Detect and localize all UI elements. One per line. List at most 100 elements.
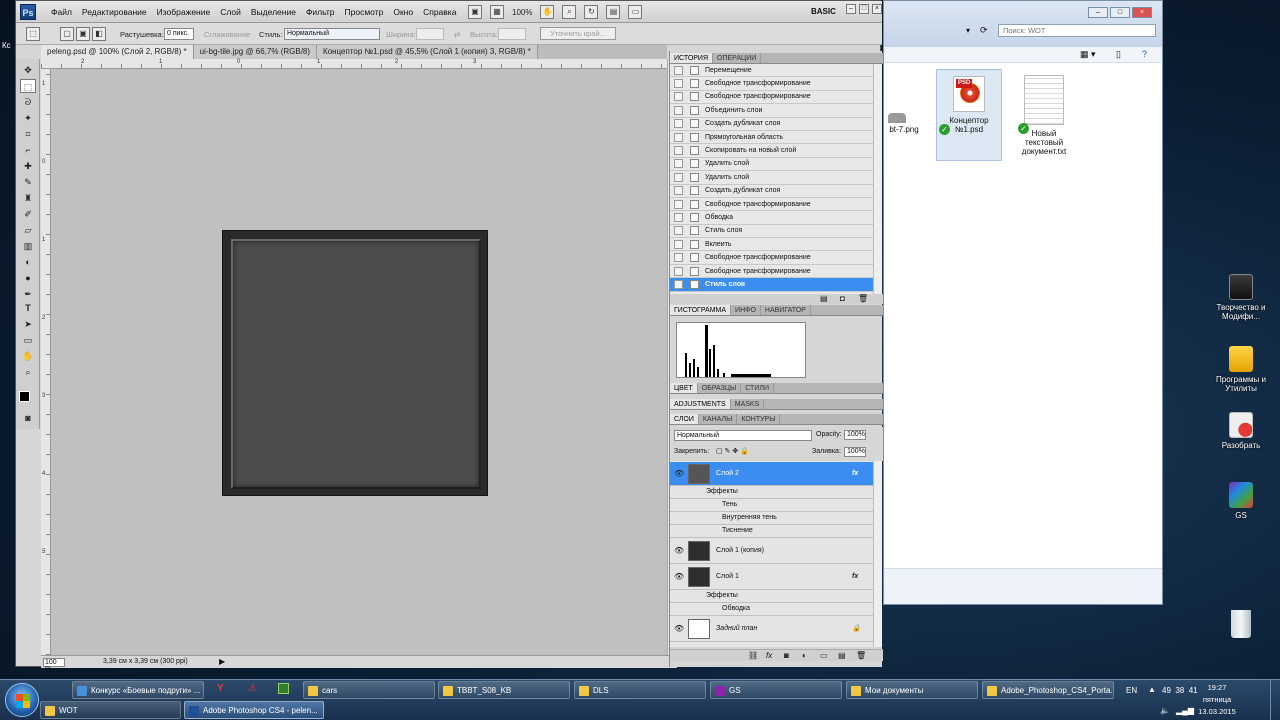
layer-row-layer1-copy[interactable]: 👁 Слой 1 (копия) bbox=[670, 538, 873, 564]
dodge-tool-icon[interactable]: ● bbox=[20, 271, 36, 285]
effect-row-emboss[interactable]: Тиснение bbox=[670, 525, 873, 538]
history-brush-source-checkbox[interactable] bbox=[674, 212, 683, 222]
magic-wand-tool-icon[interactable]: ✦ bbox=[20, 111, 36, 125]
history-brush-source-checkbox[interactable] bbox=[674, 172, 683, 182]
tab-peleng[interactable]: peleng.psd @ 100% (Слой 2, RGB/8) * bbox=[41, 45, 194, 59]
history-item[interactable]: Объединить слои bbox=[670, 104, 873, 118]
tab-ui-bg-tile[interactable]: ui-bg-tile.jpg @ 66,7% (RGB/8) bbox=[193, 45, 318, 59]
tab-history[interactable]: ИСТОРИЯ bbox=[670, 53, 714, 63]
search-input[interactable]: Поиск: WOT bbox=[998, 24, 1156, 37]
history-item[interactable]: Обводка bbox=[670, 211, 873, 225]
address-dropdown-icon[interactable]: ▾ bbox=[966, 26, 970, 35]
tab-layers[interactable]: СЛОИ bbox=[670, 414, 699, 424]
tab-navigator[interactable]: НАВИГАТОР bbox=[761, 305, 811, 315]
refine-edge-button[interactable]: Уточнить край... bbox=[540, 27, 616, 40]
taskbar-item-photoshop[interactable]: Adobe Photoshop CS4 - pelen... bbox=[184, 701, 324, 719]
healing-brush-tool-icon[interactable]: ✚ bbox=[20, 159, 36, 173]
workspace-switcher[interactable]: BASIC bbox=[811, 7, 836, 16]
subtract-selection-icon[interactable]: ◧ bbox=[92, 27, 106, 41]
tray-expand-icon[interactable]: ▲ bbox=[1148, 685, 1156, 694]
move-tool-icon[interactable]: ✥ bbox=[20, 63, 36, 77]
status-menu-arrow-icon[interactable]: ▶ bbox=[219, 657, 225, 666]
menu-help[interactable]: Справка bbox=[418, 1, 461, 23]
history-brush-source-checkbox[interactable] bbox=[674, 132, 683, 142]
history-item[interactable]: Свободное трансформирование bbox=[670, 265, 873, 279]
crop-tool-icon[interactable]: ⌗ bbox=[20, 127, 36, 141]
adjustment-layer-icon[interactable]: ◐ bbox=[802, 651, 807, 660]
history-brush-source-checkbox[interactable] bbox=[674, 239, 683, 249]
history-item[interactable]: Свободное трансформирование bbox=[670, 91, 873, 105]
blur-tool-icon[interactable]: ◐ bbox=[20, 255, 36, 269]
eye-icon[interactable]: 👁 bbox=[674, 572, 684, 581]
effects-row[interactable]: Эффекты bbox=[670, 486, 873, 499]
history-brush-tool-icon[interactable]: ✐ bbox=[20, 207, 36, 221]
history-brush-source-checkbox[interactable] bbox=[674, 105, 683, 115]
desktop-icon-gs[interactable]: GS bbox=[1211, 482, 1271, 520]
zoom-icon[interactable]: ⌕ bbox=[20, 365, 36, 379]
opacity-input[interactable]: 100% bbox=[844, 430, 866, 440]
history-scrollbar[interactable] bbox=[873, 64, 882, 294]
app-icon[interactable] bbox=[278, 683, 289, 694]
type-tool-icon[interactable]: T bbox=[20, 301, 36, 315]
width-input[interactable] bbox=[416, 28, 444, 40]
eraser-tool-icon[interactable]: ▱ bbox=[20, 223, 36, 237]
tab-actions[interactable]: ОПЕРАЦИИ bbox=[713, 53, 762, 63]
brush-tool-icon[interactable]: ✎ bbox=[20, 175, 36, 189]
height-input[interactable] bbox=[498, 28, 526, 40]
delete-layer-icon[interactable]: 🗑 bbox=[856, 651, 866, 660]
history-brush-source-checkbox[interactable] bbox=[674, 79, 683, 89]
tab-channels[interactable]: КАНАЛЫ bbox=[699, 414, 738, 424]
desktop-icon-creativity[interactable]: Творчество и Модифи... bbox=[1211, 274, 1271, 321]
file-item-png[interactable]: bt-7.png bbox=[884, 113, 924, 134]
tab-info[interactable]: ИНФО bbox=[731, 305, 761, 315]
history-item[interactable]: Свободное трансформирование bbox=[670, 251, 873, 265]
clock[interactable]: 19:27 пятница 13.03.2015 bbox=[1192, 682, 1242, 718]
history-item[interactable]: Скопировать на новый слой bbox=[670, 144, 873, 158]
history-brush-source-checkbox[interactable] bbox=[674, 253, 683, 263]
desktop-icon-sort[interactable]: Разобрать bbox=[1211, 412, 1271, 450]
history-item[interactable]: Перемещение bbox=[670, 64, 873, 78]
history-brush-source-checkbox[interactable] bbox=[674, 186, 683, 196]
maximize-icon[interactable]: □ bbox=[859, 4, 869, 14]
history-brush-source-checkbox[interactable] bbox=[674, 159, 683, 169]
history-item[interactable]: Свободное трансформирование bbox=[670, 198, 873, 212]
menu-view[interactable]: Просмотр bbox=[340, 1, 389, 23]
hand-icon[interactable]: ✋ bbox=[20, 349, 36, 363]
taskbar-item-wot[interactable]: WOT bbox=[40, 701, 181, 719]
feather-input[interactable]: 0 пикс. bbox=[164, 28, 194, 40]
history-brush-source-checkbox[interactable] bbox=[674, 279, 683, 289]
yandex-icon[interactable]: Y bbox=[217, 683, 224, 694]
rect-marquee-tool-icon[interactable]: ⬚ bbox=[20, 79, 36, 93]
history-item[interactable]: Стиль слоя bbox=[670, 225, 873, 239]
help-icon[interactable]: ? bbox=[1142, 49, 1147, 59]
history-brush-source-checkbox[interactable] bbox=[674, 65, 683, 75]
gradient-tool-icon[interactable]: ▥ bbox=[20, 239, 36, 253]
tab-swatches[interactable]: ОБРАЗЦЫ bbox=[698, 383, 742, 393]
desktop-icon-recycle-bin[interactable] bbox=[1211, 610, 1271, 641]
history-brush-source-checkbox[interactable] bbox=[674, 266, 683, 276]
fx-icon[interactable]: fx bbox=[852, 470, 858, 477]
eyedropper-tool-icon[interactable]: ⌐ bbox=[20, 143, 36, 157]
rotate-view-icon[interactable]: ↻ bbox=[584, 5, 599, 19]
history-item[interactable]: Стиль слоя bbox=[670, 278, 873, 292]
canvas-area[interactable] bbox=[51, 69, 667, 655]
tab-adjustments[interactable]: ADJUSTMENTS bbox=[670, 399, 731, 409]
add-mask-icon[interactable]: ◙ bbox=[784, 651, 789, 660]
eye-icon[interactable]: 👁 bbox=[674, 469, 684, 478]
taskbar-item-tbbt[interactable]: TBBT_S08_KB bbox=[438, 681, 570, 699]
history-brush-source-checkbox[interactable] bbox=[674, 119, 683, 129]
trash-icon[interactable]: 🗑 bbox=[858, 294, 868, 303]
menu-image[interactable]: Изображение bbox=[152, 1, 216, 23]
menu-layer[interactable]: Слой bbox=[215, 1, 246, 23]
swap-icon[interactable]: ⇄ bbox=[454, 30, 460, 39]
taskbar-item-ps-portable[interactable]: Adobe_Photoshop_CS4_Porta... bbox=[982, 681, 1114, 699]
minimize-icon[interactable]: – bbox=[1088, 7, 1108, 18]
new-document-icon[interactable]: ▤ bbox=[820, 294, 828, 303]
show-desktop-button[interactable] bbox=[1270, 680, 1280, 720]
acrobat-icon[interactable]: ⚠ bbox=[248, 683, 257, 694]
menu-edit[interactable]: Редактирование bbox=[77, 1, 152, 23]
new-layer-icon[interactable]: ▤ bbox=[838, 651, 846, 660]
foreground-color-swatch[interactable] bbox=[19, 391, 30, 402]
taskbar-item-dls[interactable]: DLS bbox=[574, 681, 706, 699]
minimize-icon[interactable]: – bbox=[846, 4, 856, 14]
